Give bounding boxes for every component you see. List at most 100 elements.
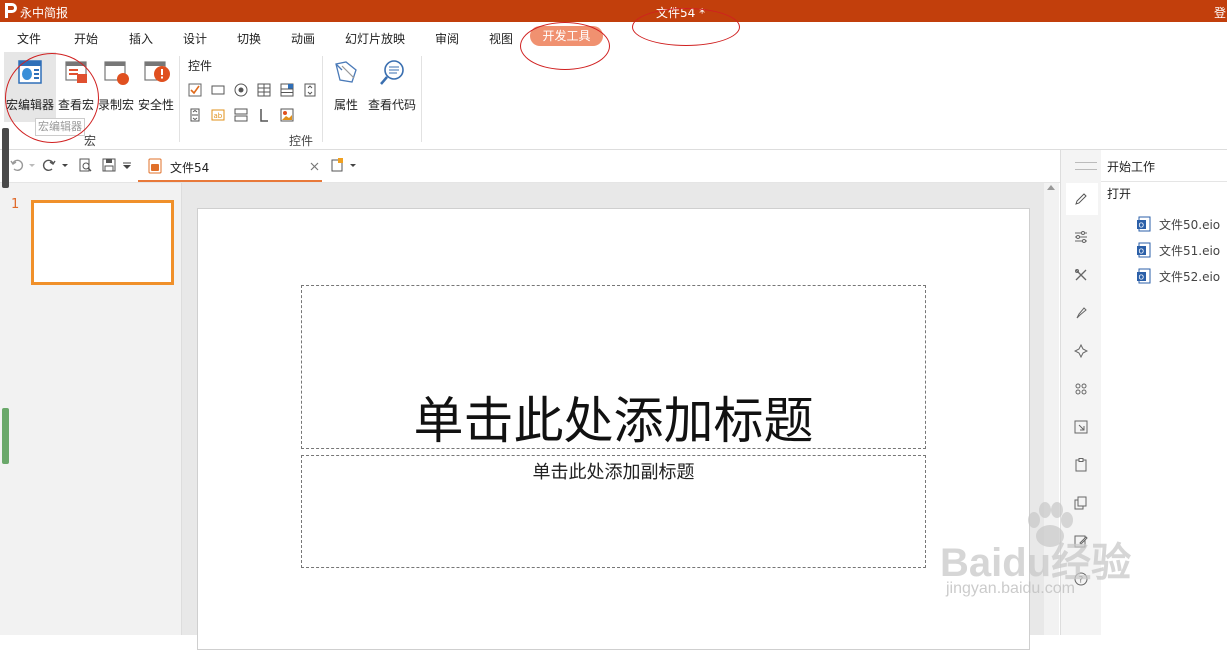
document-file-icon: O — [1137, 268, 1151, 284]
grid-icon[interactable] — [1074, 382, 1088, 396]
tab-animation[interactable]: 动画 — [291, 30, 315, 47]
subtitle-placeholder-text: 单击此处添加副标题 — [532, 462, 695, 483]
tab-insert[interactable]: 插入 — [129, 30, 153, 47]
combo-box-control-icon[interactable] — [280, 83, 294, 97]
tools-icon[interactable] — [1074, 268, 1088, 282]
slide-thumbnail-panel: 1 — [0, 183, 182, 635]
quick-toolbar: 文件54 — [0, 150, 1060, 183]
login-link[interactable]: 登 — [1214, 4, 1226, 21]
svg-text:O: O — [1139, 248, 1145, 256]
pane-grip-icon[interactable] — [1075, 162, 1097, 170]
task-pane-divider — [1101, 181, 1227, 182]
controls-header: 控件 — [188, 59, 213, 73]
customize-toolbar-icon[interactable] — [122, 158, 132, 172]
radio-control-icon[interactable] — [234, 83, 248, 97]
slide-number: 1 — [11, 197, 20, 212]
scroll-up-arrow-icon[interactable] — [1047, 185, 1055, 190]
ribbon-separator — [322, 56, 323, 142]
document-tab[interactable]: 文件54 — [138, 152, 322, 182]
ribbon-separator — [179, 56, 180, 142]
close-tab-icon[interactable] — [310, 162, 319, 171]
recent-file-name: 文件52.eio — [1159, 270, 1221, 284]
svg-text:ab: ab — [214, 112, 223, 120]
brush-icon[interactable] — [1074, 306, 1088, 320]
view-code-button[interactable]: 查看代码 — [366, 52, 418, 122]
ribbon-separator — [421, 56, 422, 142]
undo-icon[interactable] — [10, 158, 24, 172]
tab-file[interactable]: 文件 — [17, 30, 41, 47]
title-placeholder-text: 单击此处添加标题 — [413, 392, 814, 450]
list-box-control-icon[interactable] — [257, 83, 271, 97]
properties-icon — [335, 61, 357, 83]
document-file-icon: O — [1137, 216, 1151, 232]
watermark-url: jingyan.baidu.com — [946, 580, 1075, 597]
tab-review[interactable]: 审阅 — [435, 30, 459, 47]
app-name: 永中简报 — [20, 6, 69, 20]
recent-file-item[interactable]: O 文件50.eio — [1137, 214, 1227, 232]
redo-dropdown-icon[interactable] — [61, 158, 69, 172]
new-document-dropdown-icon[interactable] — [349, 158, 357, 172]
record-macro-icon — [104, 61, 129, 85]
svg-text:O: O — [1139, 274, 1145, 282]
tab-home[interactable]: 开始 — [74, 30, 98, 47]
scroll-bar-control-icon[interactable] — [188, 108, 202, 122]
document-file-icon: O — [1137, 242, 1151, 258]
save-icon[interactable] — [102, 158, 116, 172]
slide: 单击此处添加标题 单击此处添加副标题 — [197, 208, 1030, 650]
macro-group-label: 宏 — [84, 134, 97, 148]
tab-view[interactable]: 视图 — [489, 30, 513, 47]
text-box-control-icon[interactable]: ab — [211, 108, 225, 122]
slide-thumbnail[interactable] — [31, 200, 174, 285]
new-document-icon[interactable] — [330, 158, 344, 172]
tab-transition[interactable]: 切换 — [237, 30, 261, 47]
undo-dropdown-icon[interactable] — [28, 158, 36, 172]
recent-file-name: 文件51.eio — [1159, 244, 1221, 258]
macro-editor-annotation-circle — [5, 53, 99, 143]
document-tab-label: 文件54 — [170, 161, 210, 175]
print-preview-icon[interactable] — [78, 158, 92, 172]
svg-text:O: O — [1139, 222, 1145, 230]
task-pane-title: 开始工作 — [1107, 160, 1156, 174]
recent-file-item[interactable]: O 文件51.eio — [1137, 240, 1227, 258]
animation-icon[interactable] — [1074, 344, 1088, 358]
subtitle-placeholder-box[interactable]: 单击此处添加副标题 — [301, 455, 926, 568]
developer-tab-annotation-circle — [520, 22, 610, 70]
spin-button-control-icon[interactable] — [303, 83, 317, 97]
left-edge-handle[interactable] — [2, 128, 9, 188]
presentation-file-icon — [148, 158, 162, 174]
tab-slideshow[interactable]: 幻灯片放映 — [345, 30, 405, 47]
redo-icon[interactable] — [42, 158, 56, 172]
open-section-label: 打开 — [1107, 187, 1132, 201]
ribbon: 宏编辑器 查看宏 录制宏 安全性 宏编辑器 宏 控件 ab 控件 属性 查看代码 — [0, 52, 1227, 150]
menu-bar: 文件 开始 插入 设计 切换 动画 幻灯片放映 审阅 视图 开发工具 — [0, 22, 1227, 52]
label-control-icon[interactable] — [257, 108, 271, 122]
record-macro-label: 录制宏 — [97, 98, 134, 112]
edit-pen-icon[interactable] — [1074, 192, 1088, 206]
image-control-icon[interactable] — [280, 108, 294, 122]
view-code-label: 查看代码 — [367, 98, 416, 112]
record-macro-button[interactable]: 录制宏 — [96, 52, 136, 122]
title-annotation-circle — [632, 8, 740, 46]
resize-icon[interactable] — [1074, 420, 1088, 434]
tab-design[interactable]: 设计 — [183, 30, 207, 47]
baidu-watermark: Baidu经验 jingyan.baidu.com — [940, 500, 1170, 610]
sliders-icon[interactable] — [1074, 230, 1088, 244]
security-icon — [144, 61, 170, 82]
security-label: 安全性 — [137, 98, 174, 112]
view-code-icon — [380, 60, 404, 85]
title-placeholder-box[interactable]: 单击此处添加标题 — [301, 285, 926, 450]
left-edge-slider[interactable] — [2, 408, 9, 464]
button-control-icon[interactable] — [211, 83, 225, 97]
title-bar: 永中简报 文件54 * 登 — [0, 0, 1227, 22]
checkbox-control-icon[interactable] — [188, 83, 202, 97]
recent-file-item[interactable]: O 文件52.eio — [1137, 266, 1227, 284]
controls-group-label: 控件 — [289, 134, 314, 148]
security-button[interactable]: 安全性 — [137, 52, 175, 122]
frame-control-icon[interactable] — [234, 108, 248, 122]
app-logo-icon — [5, 3, 17, 18]
properties-button[interactable]: 属性 — [326, 52, 366, 122]
clipboard-icon[interactable] — [1074, 458, 1088, 472]
recent-file-name: 文件50.eio — [1159, 218, 1221, 232]
slide-canvas-area: 单击此处添加标题 单击此处添加副标题 — [182, 183, 1044, 650]
properties-label: 属性 — [333, 98, 358, 112]
